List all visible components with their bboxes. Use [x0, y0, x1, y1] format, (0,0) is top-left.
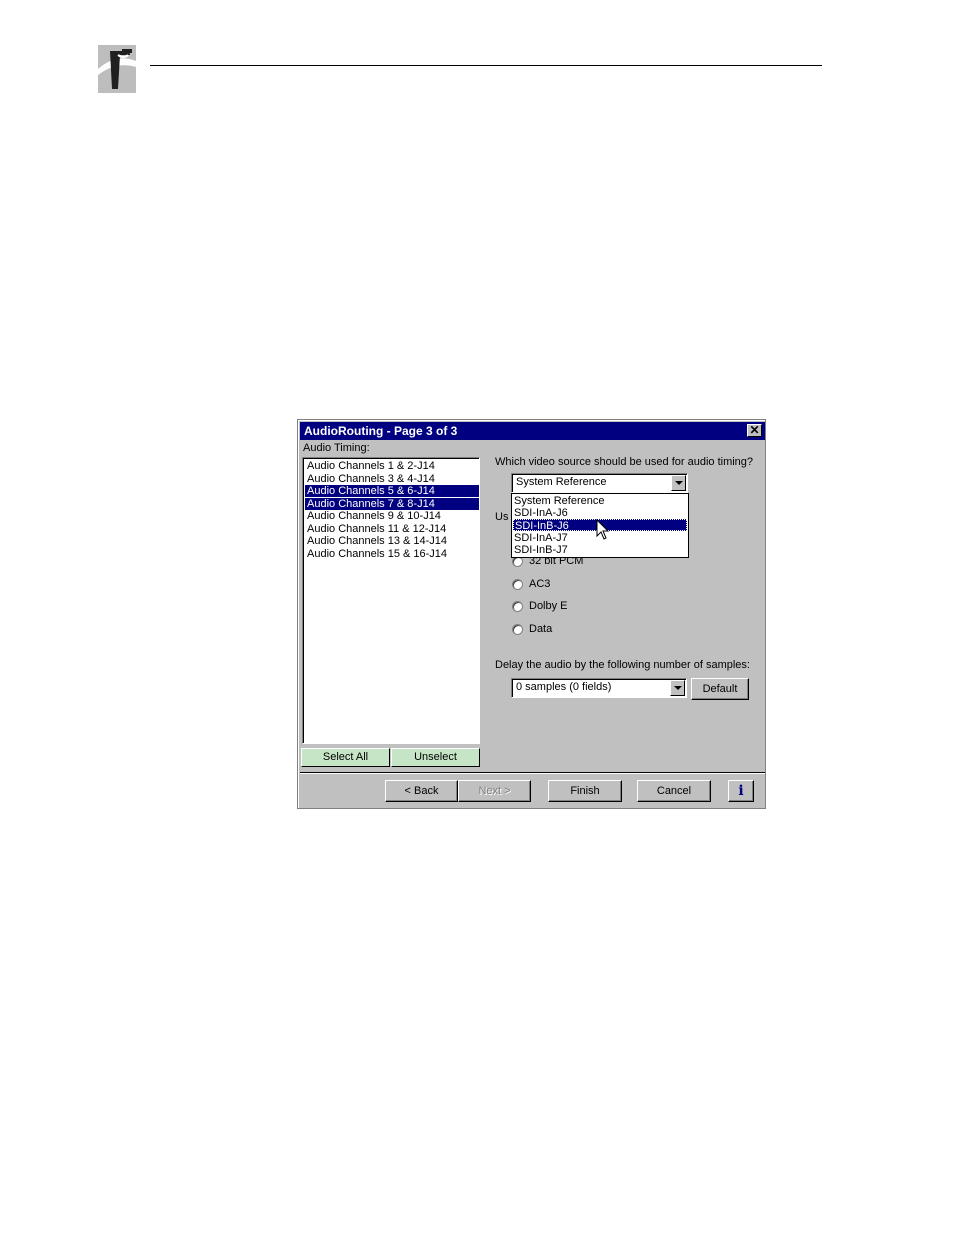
list-item[interactable]: Audio Channels 1 & 2-J14 [305, 460, 479, 472]
audio-timing-label: Audio Timing: [303, 442, 370, 454]
radio-dolby-e[interactable] [512, 601, 523, 612]
dropdown-option[interactable]: System Reference [513, 495, 687, 507]
company-logo-icon [96, 43, 138, 95]
delay-label: Delay the audio by the following number … [495, 659, 750, 671]
radio-label-ac3: AC3 [529, 578, 551, 590]
header-rule [150, 65, 822, 66]
audio-type-label-partial: Us [495, 511, 509, 523]
video-source-question: Which video source should be used for au… [495, 456, 754, 468]
video-source-select[interactable]: System Reference [511, 473, 688, 493]
default-button[interactable]: Default [691, 678, 749, 700]
video-source-value: System Reference [516, 476, 607, 488]
list-item[interactable]: Audio Channels 9 & 10-J14 [305, 510, 479, 522]
close-icon[interactable]: ✕ [747, 424, 762, 437]
chevron-down-icon[interactable] [671, 475, 686, 491]
list-item[interactable]: Audio Channels 5 & 6-J14 [305, 485, 479, 497]
list-item[interactable]: Audio Channels 3 & 4-J14 [305, 473, 479, 485]
next-button[interactable]: Next > [458, 780, 531, 802]
button-separator [300, 772, 765, 774]
list-item[interactable]: Audio Channels 11 & 12-J14 [305, 523, 479, 535]
radio-label-data: Data [529, 623, 553, 635]
radio-data[interactable] [512, 624, 523, 635]
dropdown-option[interactable]: SDI-InA-J6 [513, 507, 687, 519]
mouse-cursor-icon [596, 519, 610, 540]
radio-ac3[interactable] [512, 579, 523, 590]
list-item[interactable]: Audio Channels 15 & 16-J14 [305, 548, 479, 560]
info-button[interactable]: i [728, 780, 754, 802]
dropdown-option[interactable]: SDI-InB-J7 [513, 544, 687, 556]
list-item[interactable]: Audio Channels 7 & 8-J14 [305, 498, 479, 510]
finish-button[interactable]: Finish [548, 780, 622, 802]
unselect-button[interactable]: Unselect [391, 748, 480, 767]
dialog-title: AudioRouting - Page 3 of 3 [304, 424, 458, 438]
info-icon: i [738, 783, 744, 799]
delay-samples-select[interactable]: 0 samples (0 fields) [511, 678, 687, 698]
list-item[interactable]: Audio Channels 13 & 14-J14 [305, 535, 479, 547]
cancel-button[interactable]: Cancel [637, 780, 711, 802]
title-bar[interactable]: AudioRouting - Page 3 of 3 ✕ [300, 422, 765, 440]
select-all-button[interactable]: Select All [301, 748, 390, 767]
chevron-down-icon[interactable] [670, 680, 685, 696]
delay-samples-value: 0 samples (0 fields) [516, 681, 612, 693]
audio-routing-dialog: AudioRouting - Page 3 of 3 ✕ Audio Timin… [297, 419, 766, 809]
back-button[interactable]: < Back [385, 780, 458, 802]
radio-label-dolby-e: Dolby E [529, 600, 568, 612]
channel-list[interactable]: Audio Channels 1 & 2-J14 Audio Channels … [302, 457, 480, 744]
